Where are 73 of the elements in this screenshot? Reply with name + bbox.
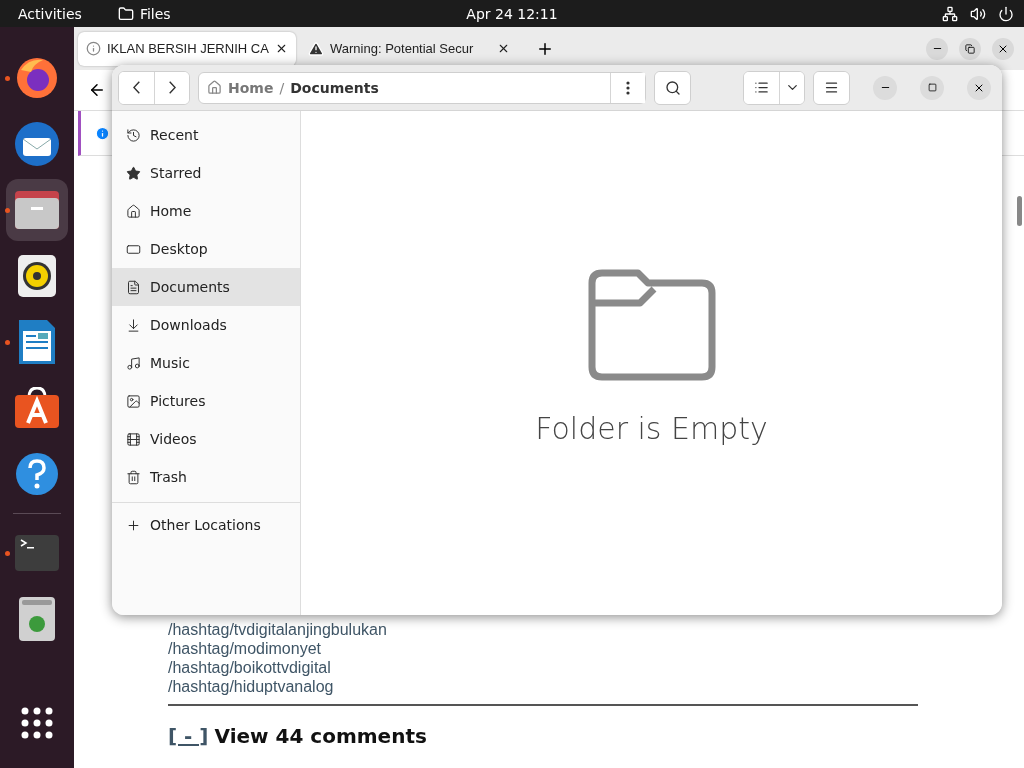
path-crumb[interactable]: Home <box>228 79 274 96</box>
chevron-right-icon <box>168 81 176 94</box>
maximize-icon <box>927 83 937 92</box>
sidebar-item[interactable]: Pictures <box>112 382 300 420</box>
document-icon <box>126 279 141 295</box>
speaker-icon <box>17 254 57 298</box>
sidebar-item[interactable]: Recent <box>112 116 300 154</box>
film-icon <box>126 431 141 447</box>
music-note-icon <box>126 355 141 371</box>
fox-logo-icon <box>15 56 59 100</box>
back-icon[interactable] <box>88 81 106 99</box>
close-icon[interactable] <box>275 42 288 55</box>
sidebar-item[interactable]: Starred <box>112 154 300 192</box>
sidebar-item[interactable]: Videos <box>112 420 300 458</box>
folder-icon <box>117 5 134 22</box>
browser-tab[interactable]: IKLAN BERSIH JERNIH CA <box>78 31 296 66</box>
help-icon <box>15 452 59 496</box>
restore-button[interactable] <box>959 37 981 60</box>
sidebar-item[interactable]: Trash <box>112 458 300 496</box>
search-icon <box>664 79 681 96</box>
folder-icon <box>14 189 60 231</box>
sidebar-item[interactable]: Documents <box>112 268 300 306</box>
trash-icon <box>126 469 141 485</box>
menu-button[interactable] <box>814 71 849 104</box>
folder-icon <box>587 269 716 381</box>
sidebar-item[interactable]: Downloads <box>112 306 300 344</box>
hashtag-link[interactable]: /hashtag/tvdigitalanjingbulukan <box>168 620 387 639</box>
network-icon[interactable] <box>942 5 958 22</box>
recycle-bin-icon <box>19 597 55 641</box>
home-icon <box>126 203 141 219</box>
info-icon <box>95 125 110 141</box>
path-crumb[interactable]: Documents <box>290 79 379 96</box>
document-icon <box>18 319 56 365</box>
terminal-icon <box>15 535 59 571</box>
activities-button[interactable]: Activities <box>0 5 82 22</box>
list-icon <box>754 80 769 95</box>
comments-heading: View 44 comments <box>214 724 427 748</box>
sidebar-item[interactable]: Other Locations <box>112 506 300 544</box>
site-icon <box>86 41 101 56</box>
scrollbar-thumb[interactable] <box>1017 196 1022 226</box>
search-button[interactable] <box>655 71 690 104</box>
restore-icon <box>965 43 975 54</box>
hashtag-link[interactable]: /hashtag/boikottvdigital <box>168 658 331 677</box>
browser-tab[interactable]: Warning: Potential Secur <box>300 31 518 66</box>
volume-icon[interactable] <box>970 5 986 22</box>
sidebar-item[interactable]: Desktop <box>112 230 300 268</box>
sidebar-item[interactable]: Home <box>112 192 300 230</box>
menu-icon <box>824 80 839 95</box>
chevron-left-icon <box>133 81 140 94</box>
warning-icon <box>308 40 324 57</box>
hashtag-link[interactable]: /hashtag/hiduptvanalog <box>168 677 334 696</box>
app-grid-icon <box>21 707 53 739</box>
plus-icon <box>126 517 141 533</box>
envelope-logo-icon <box>13 120 61 168</box>
close-button[interactable] <box>992 37 1014 60</box>
clock[interactable]: Apr 24 12:11 <box>466 5 558 22</box>
hashtag-link[interactable]: /hashtag/modimonyet <box>168 639 321 658</box>
app-menu-button[interactable]: Files <box>99 5 171 22</box>
empty-folder-message: Folder is Empty <box>535 411 768 446</box>
home-icon <box>207 80 222 95</box>
power-icon[interactable] <box>998 5 1014 22</box>
sidebar-item[interactable]: Music <box>112 344 300 382</box>
close-icon[interactable] <box>497 42 510 55</box>
clock-icon <box>126 127 141 143</box>
image-icon <box>126 393 141 409</box>
collapse-toggle[interactable]: [ - ] <box>168 724 209 748</box>
more-icon <box>626 80 630 95</box>
maximize-button[interactable] <box>920 75 944 100</box>
download-icon <box>126 317 141 333</box>
shopping-bag-icon <box>14 387 60 429</box>
star-icon <box>126 165 141 181</box>
path-separator: / <box>279 79 285 96</box>
dock-item[interactable] <box>6 179 68 241</box>
